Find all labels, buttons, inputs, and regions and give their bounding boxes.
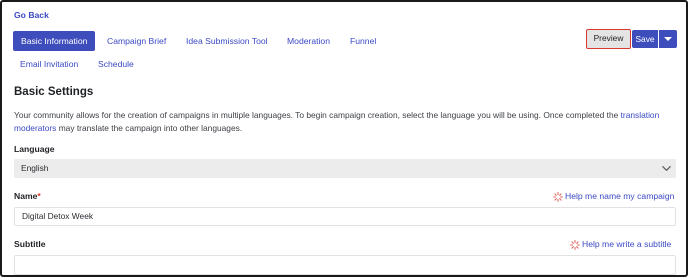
section-title: Basic Settings xyxy=(14,86,94,98)
sparkle-icon xyxy=(570,240,580,250)
save-button[interactable]: Save xyxy=(632,30,658,48)
page-frame: Go Back Basic Information Campaign Brief… xyxy=(0,0,688,277)
help-name-campaign-link[interactable]: Help me name my campaign xyxy=(553,191,675,202)
help-write-subtitle-link[interactable]: Help me write a subtitle xyxy=(570,239,672,250)
tab-schedule[interactable]: Schedule xyxy=(98,59,134,69)
name-label: Name* xyxy=(14,191,41,201)
help-name-campaign-text: Help me name my campaign xyxy=(565,191,675,201)
language-label: Language xyxy=(14,144,55,154)
name-label-text: Name xyxy=(14,191,38,201)
tab-idea-submission-tool[interactable]: Idea Submission Tool xyxy=(186,36,268,46)
subtitle-label: Subtitle xyxy=(14,239,46,249)
tab-funnel[interactable]: Funnel xyxy=(350,36,376,46)
tab-moderation[interactable]: Moderation xyxy=(287,36,330,46)
preview-button[interactable]: Preview xyxy=(586,29,631,49)
name-input[interactable]: Digital Detox Week xyxy=(14,207,676,226)
tab-campaign-brief[interactable]: Campaign Brief xyxy=(107,36,166,46)
help-write-subtitle-text: Help me write a subtitle xyxy=(582,239,672,249)
sparkle-icon xyxy=(553,192,563,202)
go-back-link[interactable]: Go Back xyxy=(14,10,49,20)
description-text-start: Your community allows for the creation o… xyxy=(14,110,619,120)
language-select[interactable]: English xyxy=(14,159,676,178)
required-mark: * xyxy=(37,191,41,201)
subtitle-input[interactable] xyxy=(14,255,676,275)
chevron-down-icon xyxy=(662,166,671,171)
language-select-value: English xyxy=(21,163,49,173)
name-input-value: Digital Detox Week xyxy=(22,211,94,221)
section-description: Your community allows for the creation o… xyxy=(14,109,679,135)
tab-basic-information[interactable]: Basic Information xyxy=(13,31,96,51)
save-options-dropdown-button[interactable] xyxy=(659,30,677,48)
tab-email-invitation[interactable]: Email Invitation xyxy=(20,59,78,69)
description-text-end: may translate the campaign into other la… xyxy=(58,123,243,133)
